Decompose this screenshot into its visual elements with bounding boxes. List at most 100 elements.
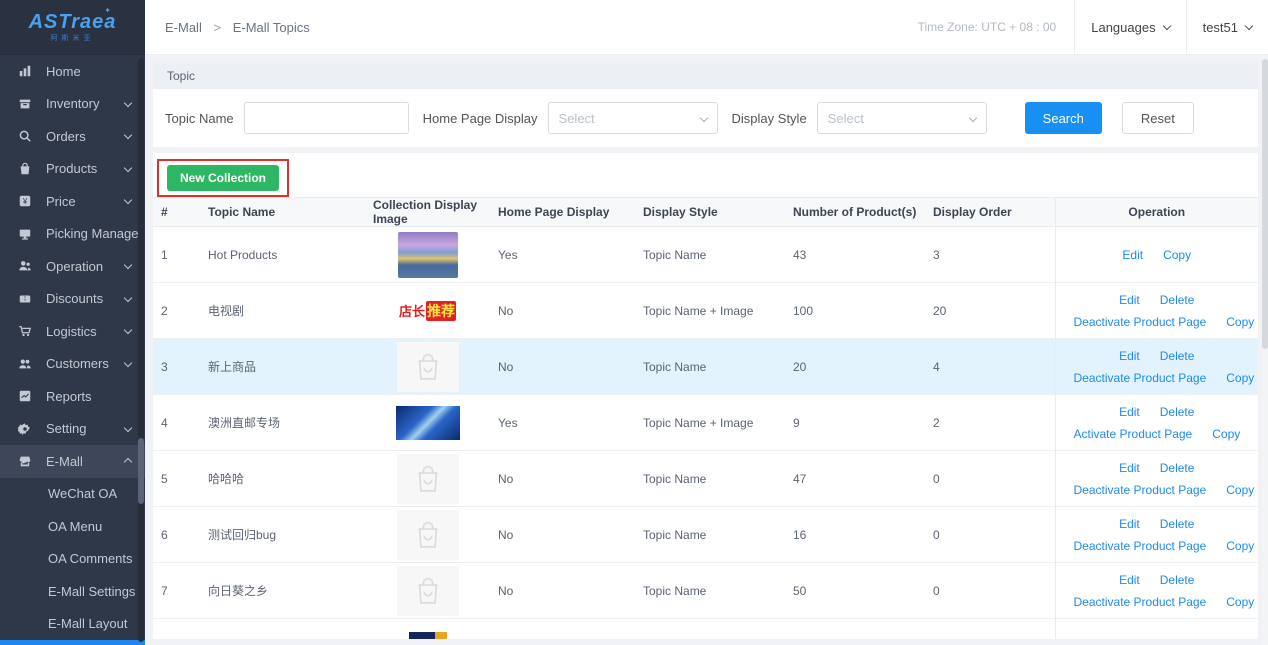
sidebar-item-discounts[interactable]: Discounts xyxy=(0,283,145,316)
search-button[interactable]: Search xyxy=(1025,102,1102,134)
op-edit-link[interactable]: Edit xyxy=(1122,248,1143,262)
breadcrumb-separator: > xyxy=(213,20,221,35)
sidebar-item-setting[interactable]: Setting xyxy=(0,413,145,446)
op-delete-link[interactable]: Delete xyxy=(1160,349,1195,363)
op-delete-link[interactable]: Delete xyxy=(1160,293,1195,307)
cell-number-of-products xyxy=(785,619,925,640)
cell-display-order xyxy=(925,619,1055,640)
logo-subtitle: 阿斯米亚 xyxy=(51,33,95,43)
page-scrollbar[interactable] xyxy=(1262,55,1268,645)
sidebar-scrollbar[interactable] xyxy=(138,58,144,642)
sidebar-scrollbar-thumb[interactable] xyxy=(138,438,144,504)
op-edit-link[interactable]: Edit xyxy=(1119,349,1140,363)
logo-star-icon: ✦ xyxy=(104,6,111,15)
topic-display-image: 店长推荐 xyxy=(396,297,460,324)
op-delete-link[interactable]: Delete xyxy=(1160,405,1195,419)
sidebar-item-customers[interactable]: Customers xyxy=(0,348,145,381)
cell-display-style: Topic Name + Image xyxy=(635,395,785,451)
sidebar-subitem-e-mall-topics[interactable]: E-Mall Topics xyxy=(0,640,145,645)
column-header-display-order: Display Order xyxy=(925,198,1055,227)
sidebar-item-products[interactable]: Products xyxy=(0,153,145,186)
breadcrumb-current: E-Mall Topics xyxy=(233,20,310,35)
new-collection-button[interactable]: New Collection xyxy=(167,165,279,191)
cell-display-style: Topic Name xyxy=(635,451,785,507)
cell-operation: Edit Copy xyxy=(1055,227,1258,283)
sidebar-item-logistics[interactable]: Logistics xyxy=(0,315,145,348)
sidebar-subitem-e-mall-settings[interactable]: E-Mall Settings xyxy=(0,575,145,608)
display-style-select[interactable]: Select xyxy=(817,102,987,134)
op-deactivate-product-page-link[interactable]: Deactivate Product Page xyxy=(1074,315,1207,329)
op-edit-link[interactable]: Edit xyxy=(1119,517,1140,531)
op-copy-link[interactable]: Copy xyxy=(1226,315,1254,329)
placeholder-bag-image xyxy=(397,566,459,616)
sidebar-item-price[interactable]: ¥Price xyxy=(0,185,145,218)
reset-button[interactable]: Reset xyxy=(1122,102,1194,134)
cell-number-of-products: 50 xyxy=(785,563,925,619)
reports-chart-icon xyxy=(17,388,33,404)
chevron-down-icon xyxy=(124,424,132,432)
cell-display-order: 0 xyxy=(925,563,1055,619)
sidebar-subitem-e-mall-layout[interactable]: E-Mall Layout xyxy=(0,608,145,641)
products-bag-icon xyxy=(17,161,33,177)
sidebar-item-reports[interactable]: Reports xyxy=(0,380,145,413)
user-dropdown[interactable]: test51 xyxy=(1187,0,1268,54)
topic-display-image: Shortbread xyxy=(409,632,447,640)
op-copy-link[interactable]: Copy xyxy=(1226,371,1254,385)
column-header-item: # xyxy=(153,198,200,227)
chevron-down-icon xyxy=(1245,22,1253,30)
op-deactivate-product-page-link[interactable]: Deactivate Product Page xyxy=(1074,595,1207,609)
sidebar-item-inventory[interactable]: Inventory xyxy=(0,88,145,121)
filter-form: Topic Name Home Page Display Select Disp… xyxy=(153,89,1258,147)
op-deactivate-product-page-link[interactable]: Deactivate Product Page xyxy=(1074,539,1207,553)
cell-home-page-display: No xyxy=(490,563,635,619)
cell-index: 5 xyxy=(153,451,200,507)
op-edit-link[interactable]: Edit xyxy=(1119,405,1140,419)
topbar: E-Mall > E-Mall Topics Time Zone: UTC + … xyxy=(145,0,1268,55)
topic-filter-panel: Topic Topic Name Home Page Display Selec… xyxy=(153,63,1258,147)
breadcrumb-root[interactable]: E-Mall xyxy=(165,20,202,35)
op-activate-product-page-link[interactable]: Activate Product Page xyxy=(1074,427,1193,441)
topic-name-input[interactable] xyxy=(244,102,409,134)
languages-dropdown[interactable]: Languages xyxy=(1075,0,1185,54)
placeholder-bag-image xyxy=(397,342,459,392)
cell-display-style: Topic Name xyxy=(635,227,785,283)
sidebar-item-operation[interactable]: Operation xyxy=(0,250,145,283)
sidebar-subitem-oa-menu[interactable]: OA Menu xyxy=(0,510,145,543)
cell-number-of-products: 20 xyxy=(785,339,925,395)
op-copy-link[interactable]: Copy xyxy=(1212,427,1240,441)
chevron-down-icon xyxy=(968,114,976,122)
topics-table: #Topic NameCollection Display ImageHome … xyxy=(153,197,1258,639)
op-copy-link[interactable]: Copy xyxy=(1163,248,1191,262)
page-scrollbar-thumb[interactable] xyxy=(1262,59,1268,349)
sidebar-subitem-oa-comments[interactable]: OA Comments xyxy=(0,543,145,576)
op-deactivate-product-page-link[interactable]: Deactivate Product Page xyxy=(1074,371,1207,385)
op-copy-link[interactable]: Copy xyxy=(1226,483,1254,497)
sidebar-item-home[interactable]: Home xyxy=(0,55,145,88)
op-delete-link[interactable]: Delete xyxy=(1160,573,1195,587)
sidebar-subitem-wechat-oa[interactable]: WeChat OA xyxy=(0,478,145,511)
chevron-down-icon xyxy=(124,196,132,204)
cell-display-image: 店长推荐 xyxy=(365,283,490,339)
op-edit-link[interactable]: Edit xyxy=(1119,573,1140,587)
logistics-cart-icon xyxy=(17,323,33,339)
op-delete-link[interactable]: Delete xyxy=(1160,517,1195,531)
home-page-display-select[interactable]: Select xyxy=(548,102,718,134)
topic-name-label: Topic Name xyxy=(165,111,234,126)
content-area: Topic Topic Name Home Page Display Selec… xyxy=(145,55,1268,645)
sidebar-item-e-mall[interactable]: E-Mall xyxy=(0,445,145,478)
table-row: ShortbreadEditDelete xyxy=(153,619,1258,640)
cell-home-page-display: No xyxy=(490,339,635,395)
op-copy-link[interactable]: Copy xyxy=(1226,539,1254,553)
inventory-box-icon xyxy=(17,96,33,112)
picking-monitor-icon xyxy=(17,226,33,242)
orders-search-icon xyxy=(17,128,33,144)
sidebar-item-picking-manage[interactable]: Picking Manage xyxy=(0,218,145,251)
op-delete-link[interactable]: Delete xyxy=(1160,461,1195,475)
op-edit-link[interactable]: Edit xyxy=(1119,293,1140,307)
op-edit-link[interactable]: Edit xyxy=(1119,461,1140,475)
cell-display-image xyxy=(365,563,490,619)
sidebar-item-orders[interactable]: Orders xyxy=(0,120,145,153)
cell-display-style: Topic Name xyxy=(635,563,785,619)
op-copy-link[interactable]: Copy xyxy=(1226,595,1254,609)
op-deactivate-product-page-link[interactable]: Deactivate Product Page xyxy=(1074,483,1207,497)
